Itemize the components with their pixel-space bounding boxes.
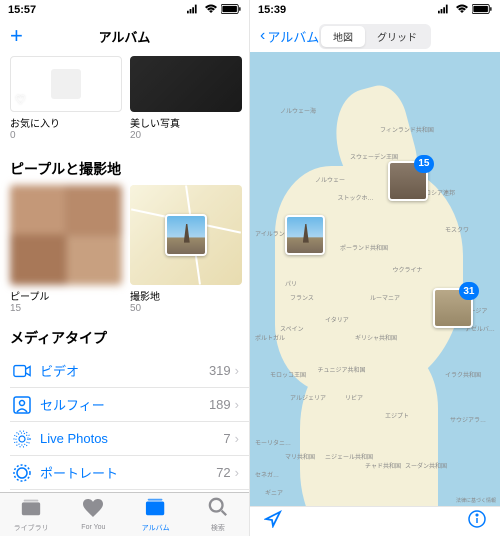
- selfie-icon: [10, 396, 34, 414]
- view-segmented-control: 地図 グリッド: [319, 24, 431, 49]
- map-label: ロシア連邦: [425, 188, 455, 197]
- tab-library[interactable]: ライブラリ: [0, 493, 62, 536]
- map-label: ノルウェー: [315, 175, 345, 184]
- album-favorites[interactable]: ♡ お気に入り 0: [10, 56, 122, 141]
- add-button[interactable]: +: [10, 23, 23, 49]
- map-label: チュニジア共和国: [318, 365, 366, 374]
- locate-me-button[interactable]: [264, 510, 282, 533]
- map-label: マリ共和国: [285, 452, 315, 461]
- info-button[interactable]: [468, 510, 486, 533]
- places-map-screen: 15:39 ‹アルバム 地図 グリッド フィンランド共和国 ノルウェー海 スウェ…: [250, 0, 500, 536]
- cluster-count-badge: 31: [459, 282, 478, 300]
- media-videos[interactable]: ビデオ 319 ›: [10, 354, 249, 388]
- map-label: モスクワ: [445, 225, 469, 234]
- map-label: スーダン共和国: [405, 461, 447, 470]
- status-bar: 15:57: [0, 0, 249, 20]
- photo-cluster-nordic[interactable]: 15: [388, 161, 428, 201]
- map-label: チャド共和国: [365, 461, 401, 470]
- map-toolbar: [250, 506, 500, 536]
- map-label: ニジェール共和国: [325, 452, 373, 461]
- seg-grid[interactable]: グリッド: [365, 26, 429, 47]
- my-albums-row: ♡ お気に入り 0 美しい写真 20 Z 4: [0, 52, 249, 145]
- status-icons: [125, 4, 242, 17]
- places-album[interactable]: 撮影地 50: [130, 185, 242, 314]
- photo-cluster-mideast[interactable]: 31: [433, 288, 473, 328]
- albums-content[interactable]: ♡ お気に入り 0 美しい写真 20 Z 4 ピープルと撮影地 ピープル 15: [0, 52, 249, 492]
- portrait-icon: [10, 464, 34, 482]
- albums-screen: 15:57 + アルバム ♡ お気に入り 0 美しい写真 20 Z: [0, 0, 250, 536]
- media-live-photos[interactable]: Live Photos 7 ›: [10, 422, 249, 456]
- map-label: エジプト: [385, 411, 409, 420]
- wifi-icon: [455, 4, 469, 17]
- library-icon: [20, 497, 42, 522]
- photo-cluster-paris[interactable]: [285, 215, 325, 255]
- media-types-list: ビデオ 319 › セルフィー 189 › Live Photos 7 › ポー…: [0, 354, 249, 490]
- people-places-row: ピープル 15 撮影地 50: [0, 185, 249, 314]
- map-legal-text[interactable]: 法律に基づく情報: [456, 497, 496, 504]
- album-beautiful[interactable]: 美しい写真 20: [130, 56, 242, 141]
- wifi-icon: [204, 4, 218, 17]
- status-bar: 15:39: [250, 0, 500, 20]
- map-label: スペイン: [280, 324, 304, 333]
- map-label: ポーランド共和国: [340, 243, 388, 252]
- map-label: ルーマニア: [370, 293, 400, 302]
- map-view[interactable]: フィンランド共和国 ノルウェー海 スウェーデン王国 ノルウェー ストックホ… ロ…: [250, 52, 500, 506]
- map-label: フランス: [290, 293, 314, 302]
- tab-albums[interactable]: アルバム: [125, 493, 187, 536]
- map-label: ポルトガル: [255, 333, 285, 342]
- map-label: サウジアラ…: [450, 415, 486, 424]
- map-label: スウェーデン王国: [350, 152, 398, 161]
- media-selfies[interactable]: セルフィー 189 ›: [10, 388, 249, 422]
- cluster-count-badge: 15: [414, 155, 433, 173]
- chevron-right-icon: ›: [235, 431, 249, 446]
- nav-bar: ‹アルバム 地図 グリッド: [250, 20, 500, 52]
- map-label: パリ: [285, 279, 297, 288]
- chevron-right-icon: ›: [235, 363, 249, 378]
- map-pin-icon: [165, 214, 207, 256]
- seg-map[interactable]: 地図: [321, 26, 365, 47]
- albums-icon: [145, 497, 167, 522]
- signal-icon: [438, 4, 452, 17]
- live-photos-icon: [10, 430, 34, 448]
- people-album[interactable]: ピープル 15: [10, 185, 122, 314]
- video-icon: [10, 362, 34, 380]
- search-icon: [207, 497, 229, 522]
- section-media-types: メディアタイプ: [0, 314, 249, 354]
- nav-bar: + アルバム: [0, 20, 249, 52]
- media-portrait[interactable]: ポートレート 72 ›: [10, 456, 249, 490]
- status-time: 15:57: [8, 4, 125, 16]
- map-label: イタリア: [325, 315, 349, 324]
- chevron-right-icon: ›: [235, 397, 249, 412]
- heart-icon: ♡: [15, 93, 26, 107]
- section-people-places: ピープルと撮影地: [0, 145, 249, 185]
- tab-search[interactable]: 検索: [187, 493, 249, 536]
- chevron-left-icon: ‹: [260, 27, 265, 45]
- battery-icon: [472, 4, 492, 17]
- map-label: ギニア: [265, 488, 283, 497]
- for-you-icon: [82, 498, 104, 523]
- map-label: ノルウェー海: [280, 106, 316, 115]
- map-label: イラク共和国: [445, 370, 481, 379]
- nav-title: アルバム: [99, 27, 151, 46]
- map-label: リビア: [345, 393, 363, 402]
- map-label: ギリシャ共和国: [355, 333, 397, 342]
- status-icons: [375, 4, 492, 17]
- tab-bar: ライブラリ For You アルバム 検索: [0, 492, 249, 536]
- map-label: モーリタニ…: [255, 438, 291, 447]
- status-time: 15:39: [258, 4, 375, 16]
- map-label: モロッコ王国: [270, 370, 306, 379]
- back-button[interactable]: ‹アルバム: [260, 27, 319, 46]
- map-label: フィンランド共和国: [380, 125, 434, 134]
- map-label: セネガ…: [255, 470, 279, 479]
- signal-icon: [187, 4, 201, 17]
- map-label: ストックホ…: [338, 193, 374, 202]
- battery-icon: [221, 4, 241, 17]
- map-label: ウクライナ: [393, 265, 423, 274]
- tab-for-you[interactable]: For You: [62, 493, 124, 536]
- chevron-right-icon: ›: [235, 465, 249, 480]
- map-label: アルジェリア: [290, 393, 326, 402]
